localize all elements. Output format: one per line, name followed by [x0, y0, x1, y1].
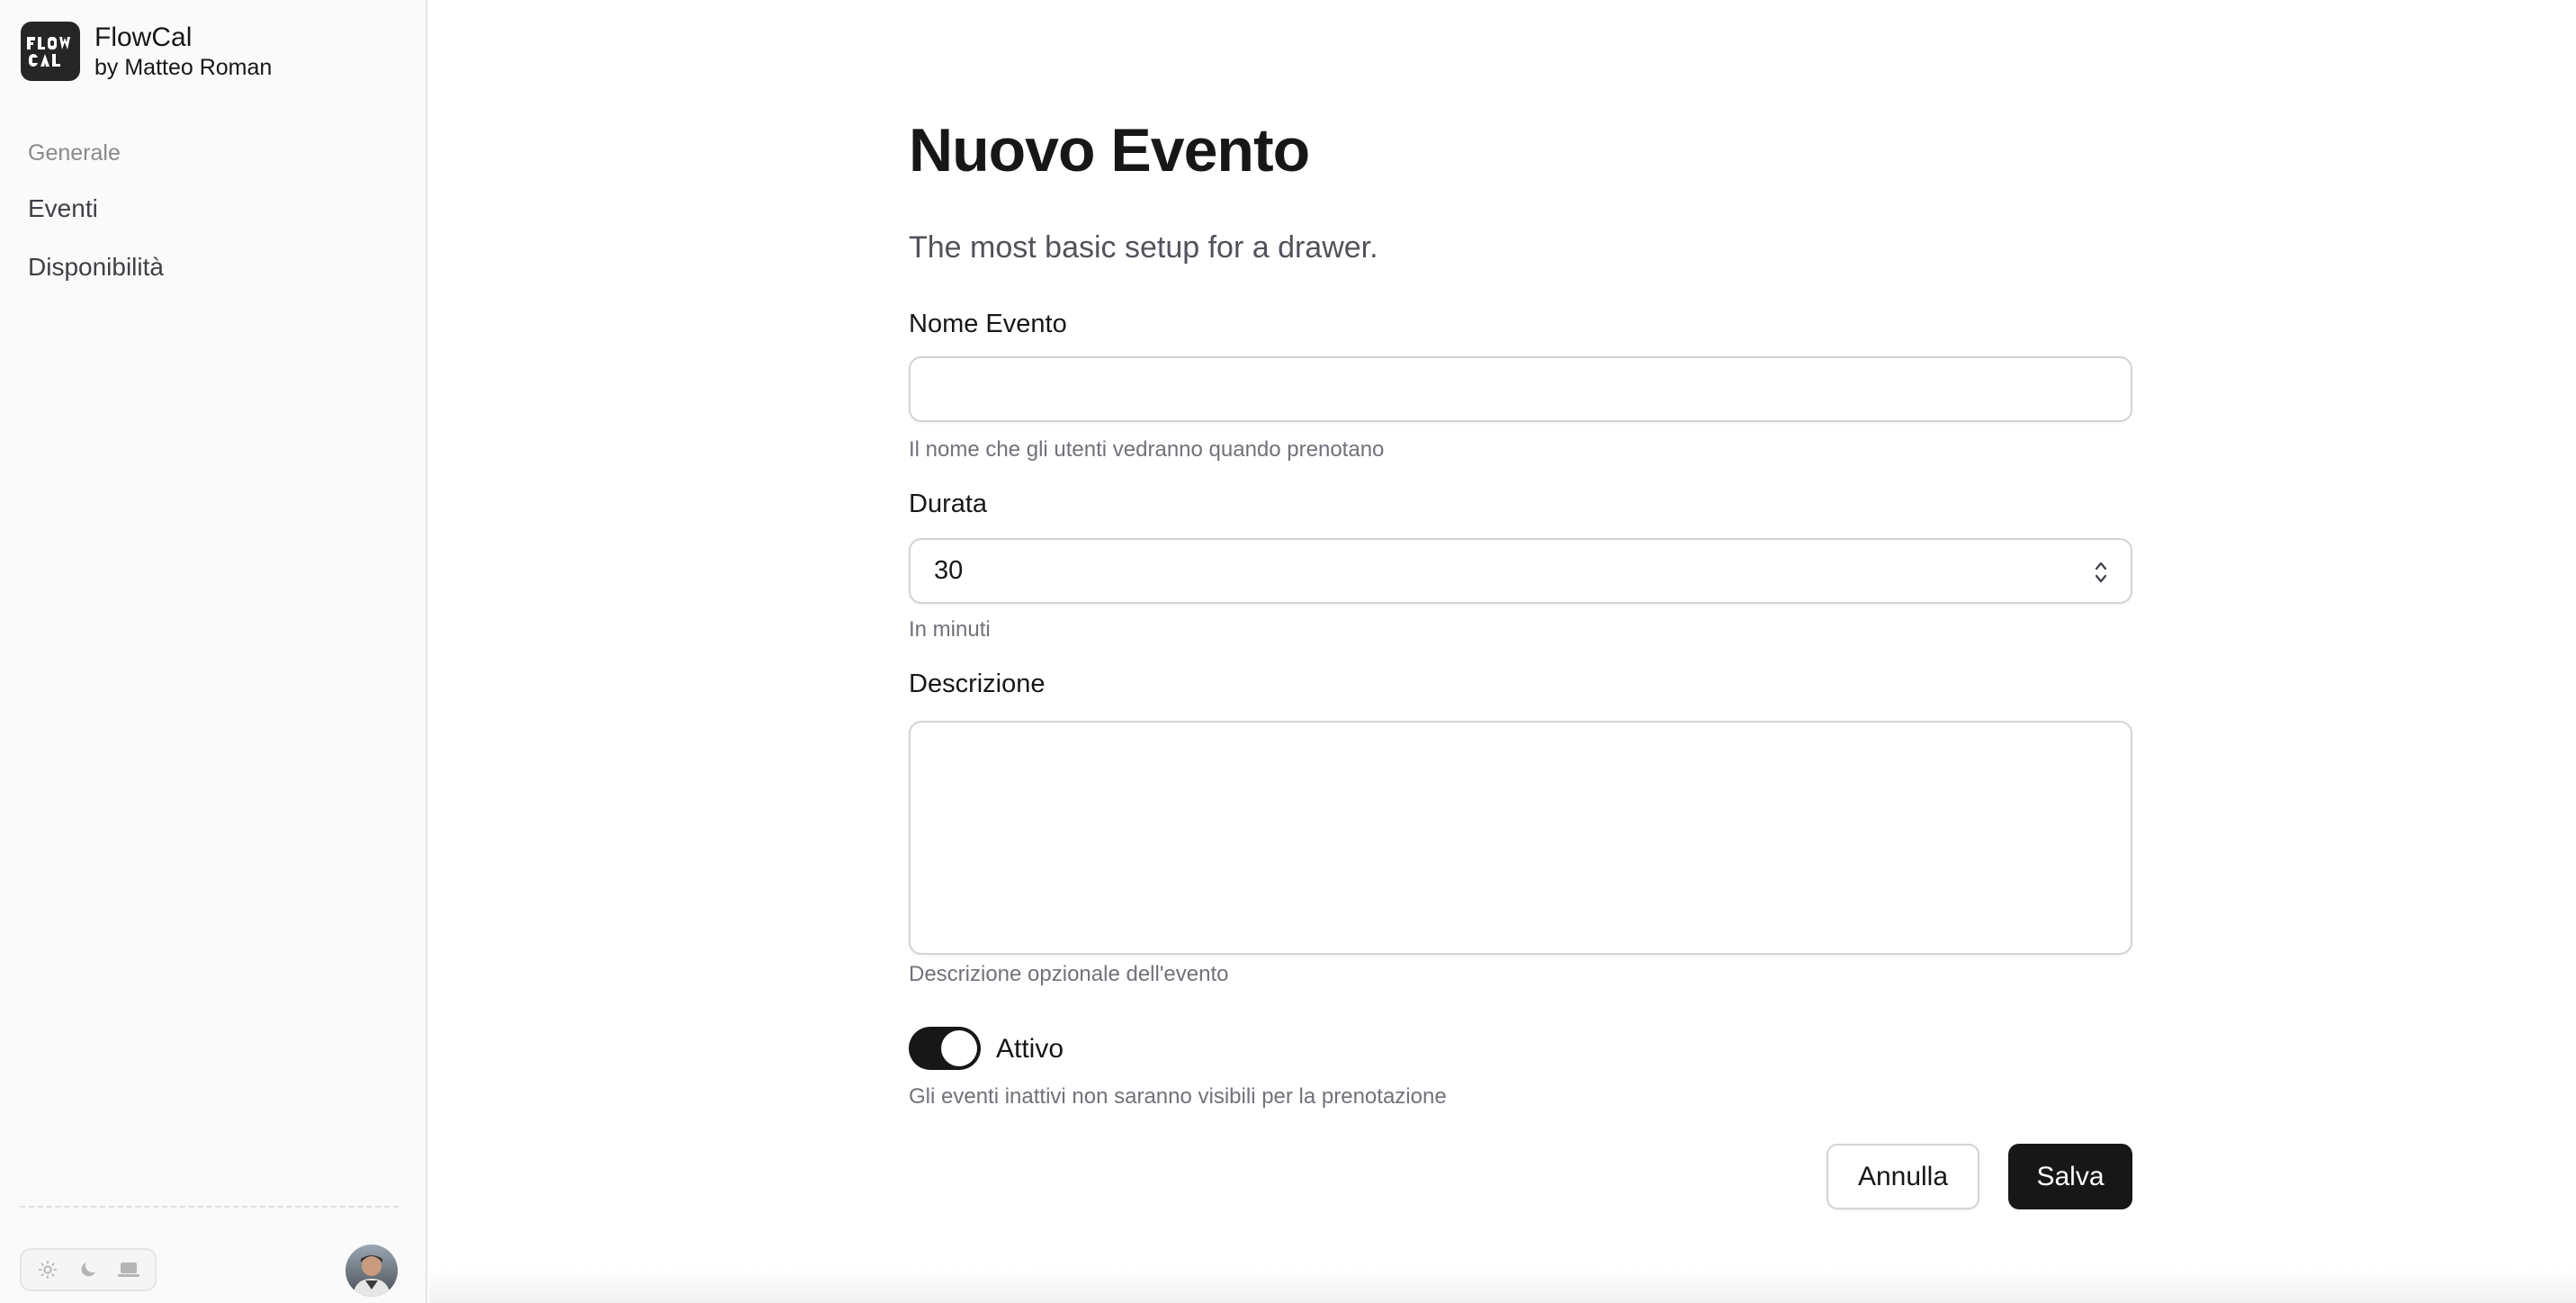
page-title: Nuovo Evento	[909, 116, 1310, 184]
duration-value: 30	[934, 556, 964, 585]
sun-icon[interactable]	[30, 1252, 66, 1288]
laptop-icon[interactable]	[111, 1252, 147, 1288]
nav-group-label: Generale	[28, 140, 121, 166]
description-label: Descrizione	[909, 669, 1046, 698]
app-byline: by Matteo Roman	[94, 55, 273, 80]
brand[interactable]: FlowCal by Matteo Roman	[21, 22, 272, 81]
active-toggle-hint: Gli eventi inattivi non saranno visibili…	[909, 1084, 1447, 1109]
duration-label: Durata	[909, 490, 988, 518]
duration-stepper[interactable]	[2091, 558, 2111, 587]
user-avatar[interactable]	[346, 1245, 398, 1297]
duration-hint: In minuti	[909, 617, 991, 642]
description-textarea[interactable]	[909, 721, 2132, 955]
flowcal-logo-icon	[21, 22, 80, 81]
event-name-hint: Il nome che gli utenti vedranno quando p…	[909, 437, 1385, 462]
sidebar: FlowCal by Matteo Roman Generale Eventi …	[0, 0, 427, 1303]
event-name-label: Nome Evento	[909, 310, 1067, 338]
moon-icon[interactable]	[70, 1252, 106, 1288]
toggle-knob	[941, 1030, 977, 1066]
event-name-input[interactable]	[909, 356, 2132, 422]
page-description: The most basic setup for a drawer.	[909, 230, 1378, 265]
main-content: Nuovo Evento The most basic setup for a …	[429, 0, 2576, 1303]
sidebar-divider	[20, 1206, 399, 1208]
brand-text: FlowCal by Matteo Roman	[94, 22, 272, 81]
chevron-up-down-icon	[2095, 562, 2107, 583]
app-name: FlowCal	[94, 22, 193, 52]
active-toggle-label: Attivo	[996, 1034, 1064, 1064]
cancel-button[interactable]: Annulla	[1827, 1144, 1979, 1209]
save-button[interactable]: Salva	[2008, 1144, 2132, 1209]
sidebar-item-disponibilita[interactable]: Disponibilità	[28, 253, 164, 282]
description-hint: Descrizione opzionale dell'evento	[909, 962, 1229, 986]
active-toggle[interactable]	[909, 1027, 981, 1070]
sidebar-item-eventi[interactable]: Eventi	[28, 194, 98, 223]
bottom-fade	[429, 1267, 2576, 1303]
theme-switcher	[20, 1248, 157, 1291]
duration-input[interactable]: 30	[909, 538, 2132, 604]
